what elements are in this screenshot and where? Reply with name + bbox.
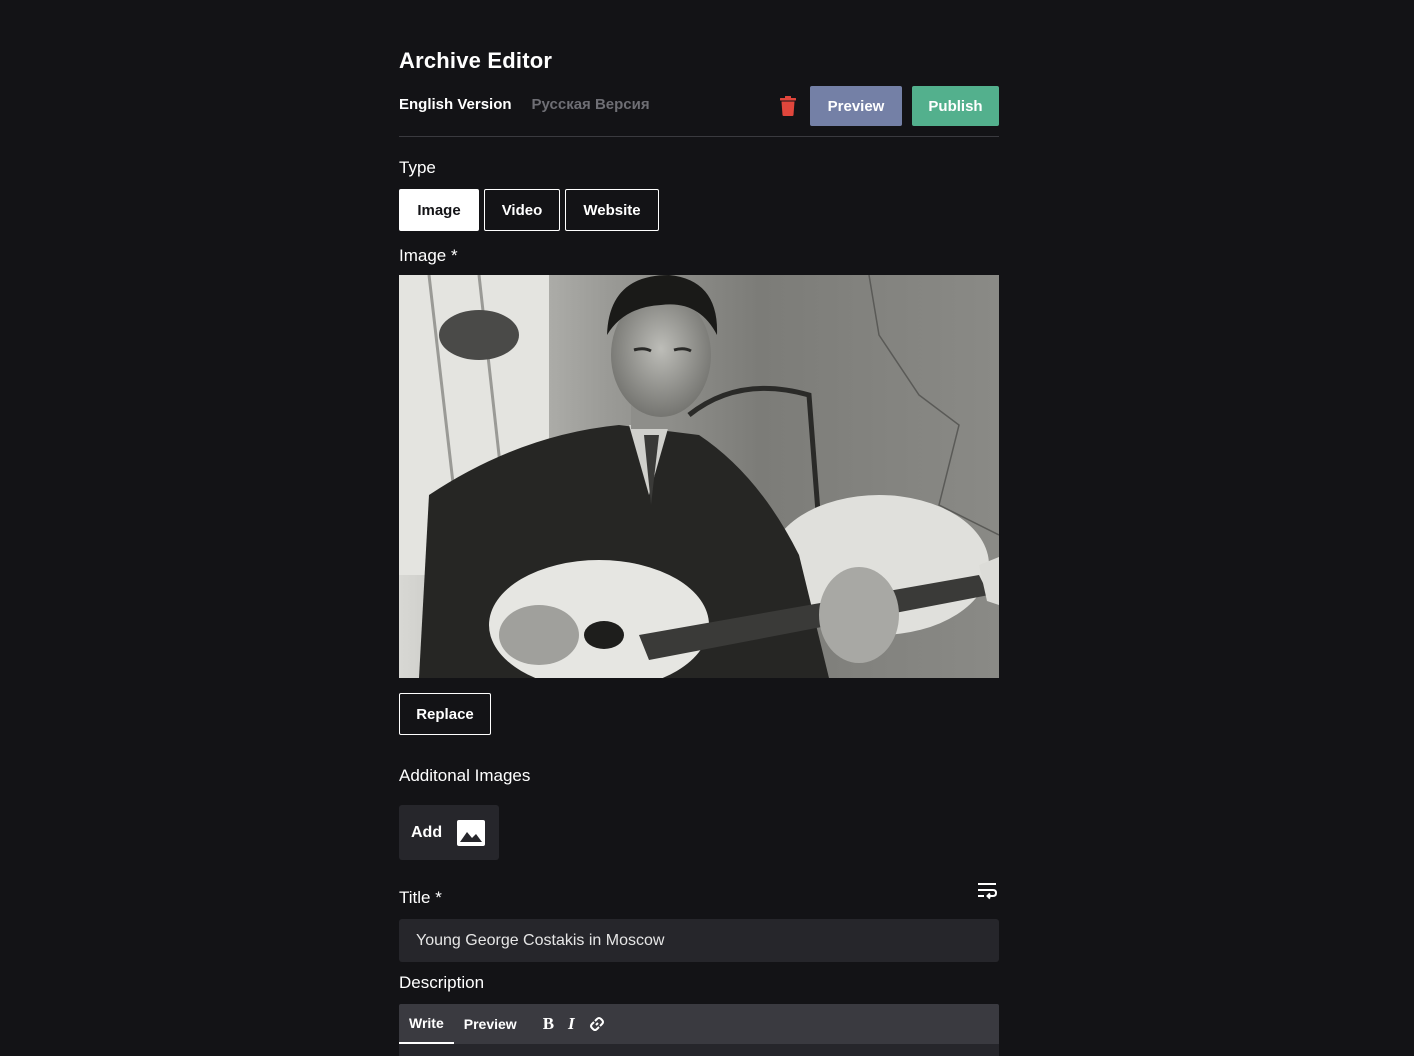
type-website-button[interactable]: Website [565,189,659,231]
replace-image-button[interactable]: Replace [399,693,491,735]
type-label: Type [399,158,436,177]
tab-write[interactable]: Write [399,1004,454,1044]
add-image-button[interactable]: Add [399,805,499,860]
image-label: Image * [399,246,458,265]
tab-russian-version[interactable]: Русская Версия [532,96,650,113]
header-divider [399,136,999,137]
tab-preview[interactable]: Preview [454,1004,527,1044]
title-input[interactable] [399,919,999,962]
language-tabs: English Version Русская Версия [399,96,650,113]
description-textarea[interactable] [399,1044,999,1056]
description-label: Description [399,973,485,992]
tab-english-version[interactable]: English Version [399,96,512,113]
page-title: Archive Editor [399,48,553,73]
text-wrap-icon[interactable] [977,882,999,902]
type-selector: Image Video Website [399,189,659,231]
additional-images-label: Additonal Images [399,766,531,785]
link-icon[interactable] [589,1016,605,1032]
type-video-button[interactable]: Video [484,189,560,231]
trash-icon[interactable] [778,95,798,117]
title-label: Title * [399,888,442,907]
type-image-button[interactable]: Image [399,189,479,231]
image-icon [457,819,485,846]
publish-button[interactable]: Publish [912,86,999,126]
header-actions: Preview Publish [778,86,999,126]
format-tools: B I [543,1004,605,1044]
add-image-label: Add [411,823,443,841]
bold-button[interactable]: B [543,1014,554,1034]
preview-button[interactable]: Preview [810,86,902,126]
italic-button[interactable]: I [568,1014,575,1034]
uploaded-image [399,275,999,678]
